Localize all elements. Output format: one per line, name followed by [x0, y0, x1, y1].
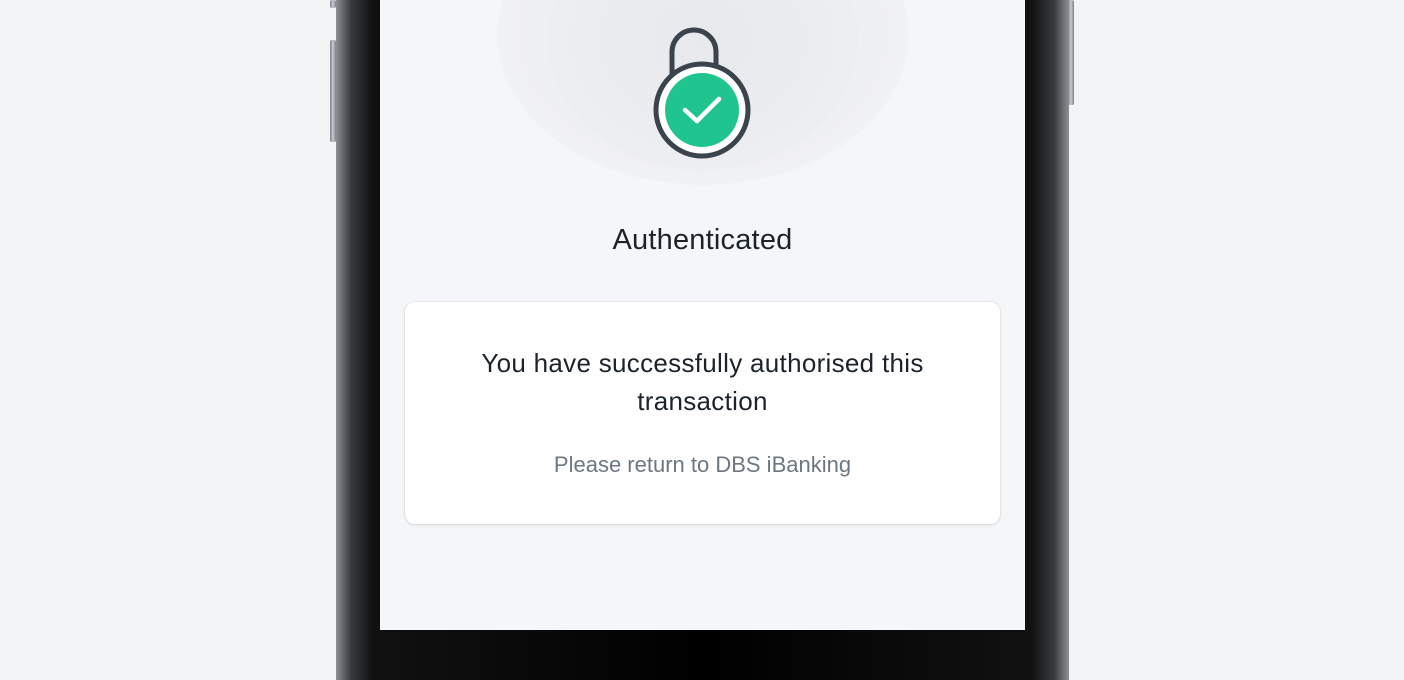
return-instruction: Please return to DBS iBanking	[553, 452, 852, 477]
status-title: Authenticated	[612, 224, 793, 256]
confirmation-message: You have successfully authorised this tr…	[481, 348, 924, 416]
confirmation-card: You have successfully authorised this tr…	[405, 302, 1000, 524]
phone-screen: Authenticated You have successfully auth…	[380, 0, 1025, 630]
unlocked-padlock-check-icon	[653, 27, 751, 159]
